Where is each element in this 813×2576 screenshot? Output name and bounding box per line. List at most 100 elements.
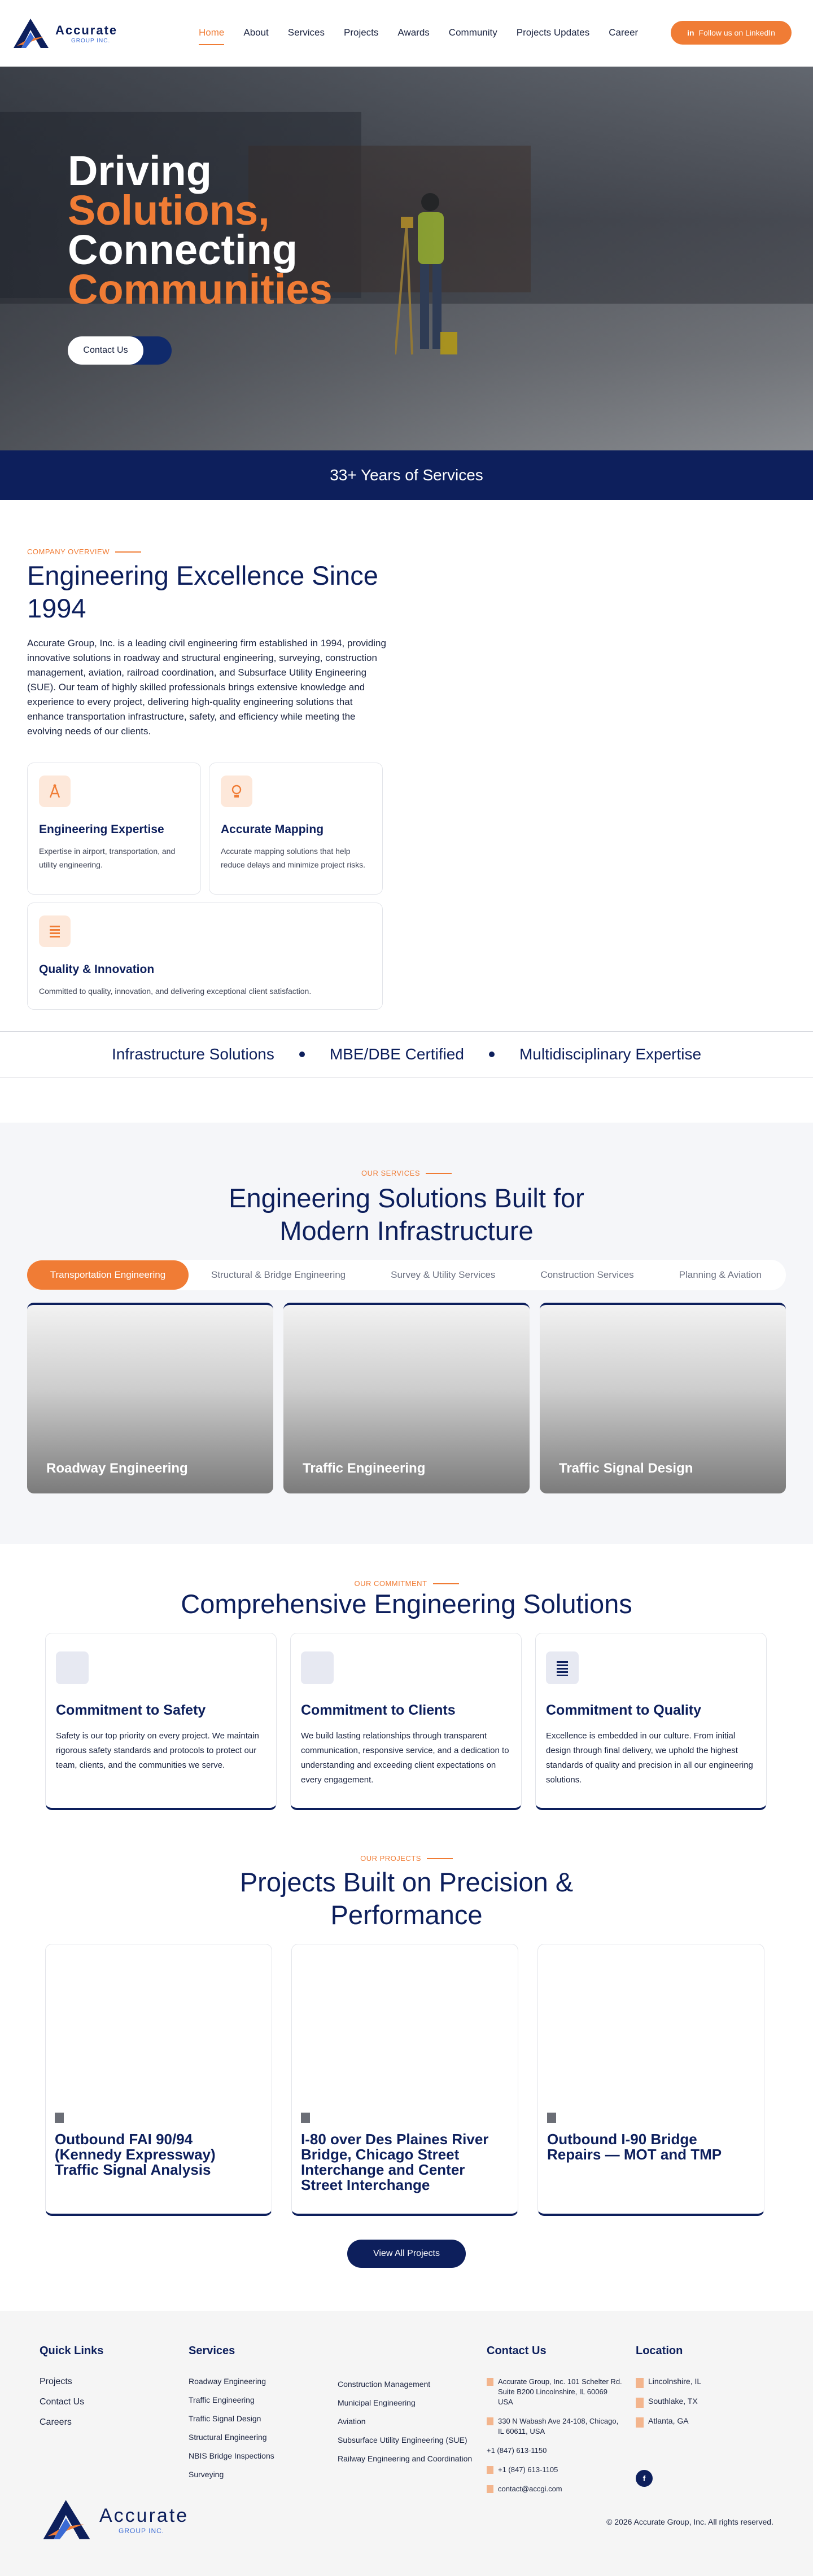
contact-text: 330 N Wabash Ave 24-108, Chicago, IL 606…	[498, 2417, 619, 2435]
quality-list-icon	[546, 1651, 579, 1684]
building-icon	[636, 2417, 644, 2428]
overview-eyebrow: COMPANY OVERVIEW	[27, 547, 786, 556]
nav-awards[interactable]: Awards	[397, 21, 429, 45]
contact-phone[interactable]: +1 (847) 613-1105	[487, 2465, 622, 2475]
site-footer: Quick Links Projects Contact Us Careers …	[0, 2311, 813, 2576]
nav-projects[interactable]: Projects	[344, 21, 378, 45]
footer-link[interactable]: Subsurface Utility Engineering (SUE)	[338, 2435, 472, 2444]
years-banner: 33+ Years of Services	[0, 450, 813, 500]
linkedin-label: Follow us on LinkedIn	[698, 28, 775, 37]
separator-dot	[299, 1052, 305, 1057]
location-item: Lincolnshire, IL	[636, 2377, 701, 2388]
feature-title: Quality & Innovation	[39, 963, 155, 976]
tab-survey-utility-services[interactable]: Survey & Utility Services	[368, 1260, 518, 1290]
commitment-card-text: Safety is our top priority on every proj…	[56, 1731, 259, 1770]
nav-services[interactable]: Services	[288, 21, 325, 45]
footer-link[interactable]: NBIS Bridge Inspections	[189, 2451, 274, 2460]
eyebrow-divider	[426, 1857, 453, 1859]
company-overview-section: COMPANY OVERVIEW Engineering Excellence …	[0, 500, 813, 1010]
footer-services-2: Construction Management Municipal Engine…	[338, 2380, 472, 2473]
project-card[interactable]: Outbound FAI 90/94 (Kennedy Expressway) …	[45, 1944, 272, 2216]
service-card-signal[interactable]: Traffic Signal Design	[540, 1303, 786, 1493]
project-cards: Outbound FAI 90/94 (Kennedy Expressway) …	[45, 1944, 768, 2216]
overview-eyebrow-text: COMPANY OVERVIEW	[27, 547, 110, 556]
main-nav: Home About Services Projects Awards Comm…	[199, 21, 638, 45]
copyright-text: © 2026 Accurate Group, Inc. All rights r…	[606, 2517, 773, 2526]
footer-link[interactable]: Careers	[40, 2417, 103, 2428]
commitment-eyebrow-text: OUR COMMITMENT	[354, 1579, 427, 1588]
feature-text: Accurate mapping solutions that help red…	[221, 847, 365, 869]
view-all-projects-button[interactable]: View All Projects	[347, 2240, 466, 2268]
footer-contact: Contact Us Accurate Group, Inc. 101 Sche…	[487, 2345, 622, 2503]
projects-title-line-1: Projects Built on Precision &	[239, 1867, 574, 1897]
footer-link[interactable]: Contact Us	[40, 2397, 103, 2407]
footer-heading: Quick Links	[40, 2345, 104, 2357]
footer-link[interactable]: Railway Engineering and Coordination	[338, 2454, 472, 2463]
service-cards: Roadway Engineering Traffic Engineering …	[27, 1303, 786, 1493]
service-card-traffic[interactable]: Traffic Engineering	[283, 1303, 530, 1493]
credentials-bar: Infrastructure Solutions MBE/DBE Certifi…	[0, 1031, 813, 1077]
services-title-line-2: Modern Infrastructure	[279, 1216, 534, 1246]
services-section: OUR SERVICES Engineering Solutions Built…	[0, 1123, 813, 1544]
service-card-roadway[interactable]: Roadway Engineering	[27, 1303, 273, 1493]
nav-projects-updates[interactable]: Projects Updates	[517, 21, 589, 45]
overview-title: Engineering Excellence Since 1994	[27, 560, 378, 623]
commitment-card-text: We build lasting relationships through t…	[301, 1731, 509, 1785]
service-card-title: Traffic Signal Design	[559, 1461, 693, 1476]
projects-eyebrow-text: OUR PROJECTS	[360, 1854, 421, 1863]
service-card-title: Traffic Engineering	[303, 1461, 426, 1476]
credential-item: Multidisciplinary Expertise	[519, 1045, 702, 1063]
building-icon	[636, 2378, 644, 2388]
tab-structural-bridge-engineering[interactable]: Structural & Bridge Engineering	[189, 1260, 368, 1290]
tab-construction-services[interactable]: Construction Services	[518, 1260, 656, 1290]
feature-text: Expertise in airport, transportation, an…	[39, 847, 176, 869]
footer-link[interactable]: Municipal Engineering	[338, 2398, 472, 2407]
footer-link[interactable]: Traffic Signal Design	[189, 2414, 274, 2423]
footer-heading: Contact Us	[487, 2345, 547, 2357]
feature-card: Engineering Expertise Expertise in airpo…	[27, 763, 201, 895]
tab-planning-aviation[interactable]: Planning & Aviation	[657, 1260, 784, 1290]
contact-phone[interactable]: +1 (847) 613-1150	[487, 2446, 622, 2456]
service-card-title: Roadway Engineering	[46, 1461, 188, 1476]
project-card[interactable]: I-80 over Des Plaines River Bridge, Chic…	[291, 1944, 518, 2216]
feature-title: Accurate Mapping	[221, 823, 324, 836]
eyebrow-divider	[432, 1583, 459, 1584]
nav-home[interactable]: Home	[199, 21, 225, 45]
footer-link[interactable]: Surveying	[189, 2470, 274, 2479]
contact-address: 330 N Wabash Ave 24-108, Chicago, IL 606…	[487, 2416, 622, 2437]
services-eyebrow-text: OUR SERVICES	[361, 1169, 420, 1177]
image-placeholder-icon	[301, 2113, 310, 2123]
contact-text: +1 (847) 613-1150	[487, 2446, 547, 2455]
linkedin-icon: in	[687, 28, 694, 37]
footer-link[interactable]: Structural Engineering	[189, 2433, 274, 2442]
contact-email[interactable]: contact@accgi.com	[487, 2484, 622, 2494]
hero-contact-button[interactable]: Contact Us	[68, 336, 172, 365]
footer-link[interactable]: Roadway Engineering	[189, 2377, 274, 2386]
footer-logo[interactable]: Accurate GROUP INC.	[40, 2497, 189, 2542]
brand-logo[interactable]: Accurate GROUP INC.	[11, 16, 181, 50]
facebook-icon[interactable]: f	[636, 2470, 653, 2487]
linkedin-follow-button[interactable]: in Follow us on LinkedIn	[671, 21, 792, 45]
brand-name: Accurate	[55, 23, 118, 37]
nav-community[interactable]: Community	[449, 21, 497, 45]
footer-link[interactable]: Traffic Engineering	[189, 2395, 274, 2404]
nav-about[interactable]: About	[243, 21, 268, 45]
nav-career[interactable]: Career	[609, 21, 638, 45]
footer-link[interactable]: Aviation	[338, 2417, 472, 2426]
credential-item: MBE/DBE Certified	[329, 1045, 464, 1063]
separator-dot	[488, 1052, 495, 1057]
location-text: Atlanta, GA	[648, 2416, 689, 2425]
safety-icon	[56, 1651, 89, 1684]
project-card[interactable]: Outbound I-90 Bridge Repairs — MOT and T…	[537, 1944, 764, 2216]
tab-transportation-engineering[interactable]: Transportation Engineering	[27, 1260, 189, 1290]
footer-link[interactable]: Projects	[40, 2377, 103, 2387]
commitment-card-text: Excellence is embedded in our culture. F…	[546, 1731, 753, 1785]
location-item: Atlanta, GA	[636, 2416, 701, 2428]
location-text: Lincolnshire, IL	[648, 2377, 702, 2386]
clients-icon	[301, 1651, 334, 1684]
commitment-cards: Commitment to Safety Safety is our top p…	[45, 1633, 768, 1810]
services-tabs: Transportation Engineering Structural & …	[27, 1260, 786, 1290]
image-placeholder-icon	[547, 2113, 556, 2123]
footer-link[interactable]: Construction Management	[338, 2380, 472, 2389]
contact-text: +1 (847) 613-1105	[498, 2465, 558, 2474]
